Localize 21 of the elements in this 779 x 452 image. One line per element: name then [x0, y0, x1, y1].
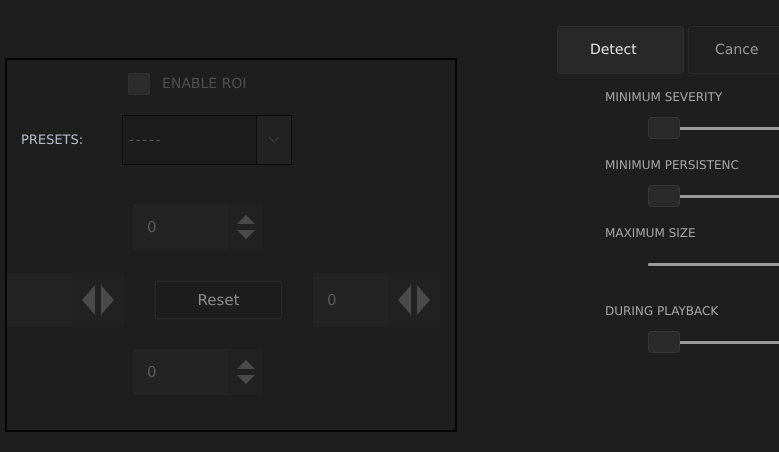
- up-down-arrows-icon[interactable]: [234, 357, 256, 387]
- slider-thumb[interactable]: [648, 331, 680, 353]
- detect-button[interactable]: Detect: [557, 26, 684, 74]
- reset-button[interactable]: Reset: [155, 281, 282, 319]
- cancel-button[interactable]: Cance: [688, 26, 779, 74]
- presets-dropdown[interactable]: -----: [122, 115, 292, 165]
- left-right-arrows-icon[interactable]: [80, 285, 116, 315]
- slider[interactable]: [648, 330, 779, 356]
- chevron-down-icon: [268, 136, 280, 144]
- left-right-arrows-icon[interactable]: [396, 285, 432, 315]
- slider-label: MINIMUM PERSISTENC: [605, 158, 740, 174]
- presets-label: PRESETS:: [21, 132, 84, 148]
- slider-thumb[interactable]: [648, 185, 680, 207]
- slider-label: MAXIMUM SIZE: [605, 226, 697, 242]
- up-down-arrows-icon[interactable]: [234, 212, 256, 242]
- slider[interactable]: [648, 184, 779, 210]
- slider-thumb[interactable]: [648, 117, 680, 139]
- number-field[interactable]: [7, 273, 72, 327]
- slider[interactable]: [648, 116, 779, 142]
- slider-label: DURING PLAYBACK: [605, 304, 720, 320]
- slider-label: MINIMUM SEVERITY: [605, 90, 724, 106]
